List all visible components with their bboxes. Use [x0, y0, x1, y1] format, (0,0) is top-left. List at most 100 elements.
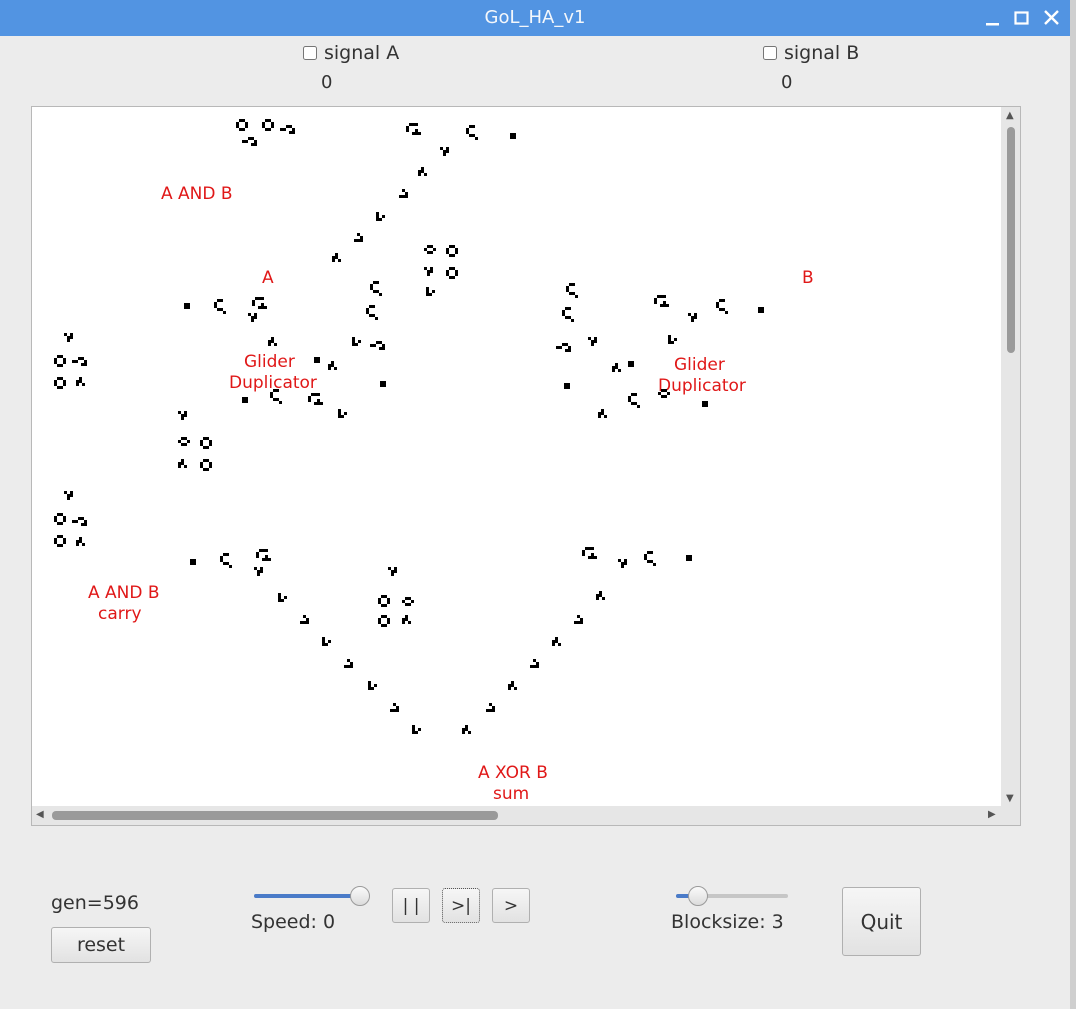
label-sum-2: sum [493, 784, 530, 804]
signal-a-box[interactable] [303, 46, 317, 60]
life-cell [281, 599, 284, 602]
scroll-up-icon[interactable]: ▲ [1006, 111, 1014, 121]
life-cell [671, 341, 674, 344]
signal-a-checkbox[interactable]: signal A [303, 42, 399, 64]
life-cell [411, 600, 414, 603]
signal-a-value: 0 [321, 72, 333, 93]
life-cell [653, 563, 656, 566]
life-cell [60, 364, 63, 367]
step-button[interactable]: >| [442, 888, 480, 923]
life-cell [193, 562, 196, 565]
label-and-top: A AND B [161, 184, 233, 204]
label-duplicator-right-2: Duplicator [658, 376, 746, 396]
pause-button[interactable]: | | [392, 888, 430, 923]
life-cell [567, 386, 570, 389]
blocksize-slider-knob[interactable] [688, 886, 709, 906]
label-duplicator-right-1: Glider [674, 355, 725, 375]
life-cell [268, 558, 271, 561]
maximize-icon[interactable] [1010, 6, 1034, 30]
life-cell [663, 295, 666, 298]
life-cell [75, 360, 78, 363]
generation-counter: gen=596 [51, 892, 139, 914]
life-cell [209, 465, 212, 468]
life-cell [209, 443, 212, 446]
life-cell [408, 603, 411, 606]
life-cell [245, 125, 248, 128]
life-cell [455, 251, 458, 254]
speed-slider-knob[interactable] [350, 886, 370, 906]
life-cell [374, 684, 377, 687]
life-cell [251, 319, 254, 322]
life-cell [591, 547, 594, 550]
scroll-left-icon[interactable]: ◀ [36, 810, 44, 820]
life-cell [63, 361, 66, 364]
life-cell [631, 364, 634, 367]
life-cell [82, 383, 85, 386]
life-cell [257, 573, 260, 576]
life-cell [612, 369, 615, 372]
window-title: GoL_HA_v1 [484, 7, 586, 28]
life-cell [76, 543, 79, 546]
life-cell [514, 687, 517, 690]
life-canvas[interactable]: A AND B A B Glider Duplicator Glider Dup… [32, 107, 1002, 807]
life-cell [67, 339, 70, 342]
label-duplicator-left-1: Glider [244, 352, 295, 372]
life-cell [571, 319, 574, 322]
life-cell [84, 523, 87, 526]
close-icon[interactable] [1040, 6, 1064, 30]
life-cell [624, 562, 627, 565]
life-cell [63, 519, 66, 522]
life-cell [82, 543, 85, 546]
life-cell [596, 597, 599, 600]
life-cell [325, 643, 328, 646]
life-cell [391, 573, 394, 576]
life-cell [379, 293, 382, 296]
scroll-right-icon[interactable]: ▶ [988, 810, 996, 820]
life-cell [387, 601, 390, 604]
life-cell [552, 643, 555, 646]
horizontal-scroll-thumb[interactable] [52, 811, 498, 820]
life-cell [418, 173, 421, 176]
life-cell [405, 195, 408, 198]
life-cell [568, 349, 571, 352]
life-cell [220, 299, 223, 302]
life-cell [84, 363, 87, 366]
life-cell [63, 383, 66, 386]
quit-button[interactable]: Quit [842, 887, 921, 956]
minimize-icon[interactable] [981, 6, 1005, 30]
life-cell [430, 270, 433, 273]
life-cell [513, 136, 516, 139]
life-cell [279, 401, 282, 404]
life-cell [373, 344, 376, 347]
life-cell [261, 297, 264, 300]
vertical-scrollbar[interactable]: ▲ ▼ [1001, 107, 1020, 807]
life-cell [492, 709, 495, 712]
life-cell [572, 283, 575, 286]
board-frame: A AND B A B Glider Duplicator Glider Dup… [31, 106, 1021, 826]
life-cell [276, 389, 279, 392]
life-cell [358, 340, 361, 343]
life-cell [415, 123, 418, 126]
life-cell [594, 340, 597, 343]
vertical-scroll-thumb[interactable] [1007, 127, 1015, 353]
horizontal-scrollbar[interactable]: ◀ ▶ [32, 806, 1020, 825]
life-cell [558, 643, 561, 646]
reset-button[interactable]: reset [51, 927, 151, 963]
life-cell [604, 415, 607, 418]
life-cell [229, 565, 232, 568]
life-cell [462, 731, 465, 734]
signal-b-box[interactable] [763, 46, 777, 60]
life-cell [472, 125, 475, 128]
life-cell [328, 367, 331, 370]
life-cell [406, 129, 409, 132]
life-cell [598, 415, 601, 418]
signal-b-checkbox[interactable]: signal B [763, 42, 859, 64]
life-cell [187, 440, 190, 443]
life-cell [418, 728, 421, 731]
life-cell [455, 273, 458, 276]
scroll-down-icon[interactable]: ▼ [1006, 794, 1014, 804]
life-cell [452, 276, 455, 279]
life-cell [271, 125, 274, 128]
life-cell [621, 565, 624, 568]
run-button[interactable]: > [492, 888, 530, 923]
